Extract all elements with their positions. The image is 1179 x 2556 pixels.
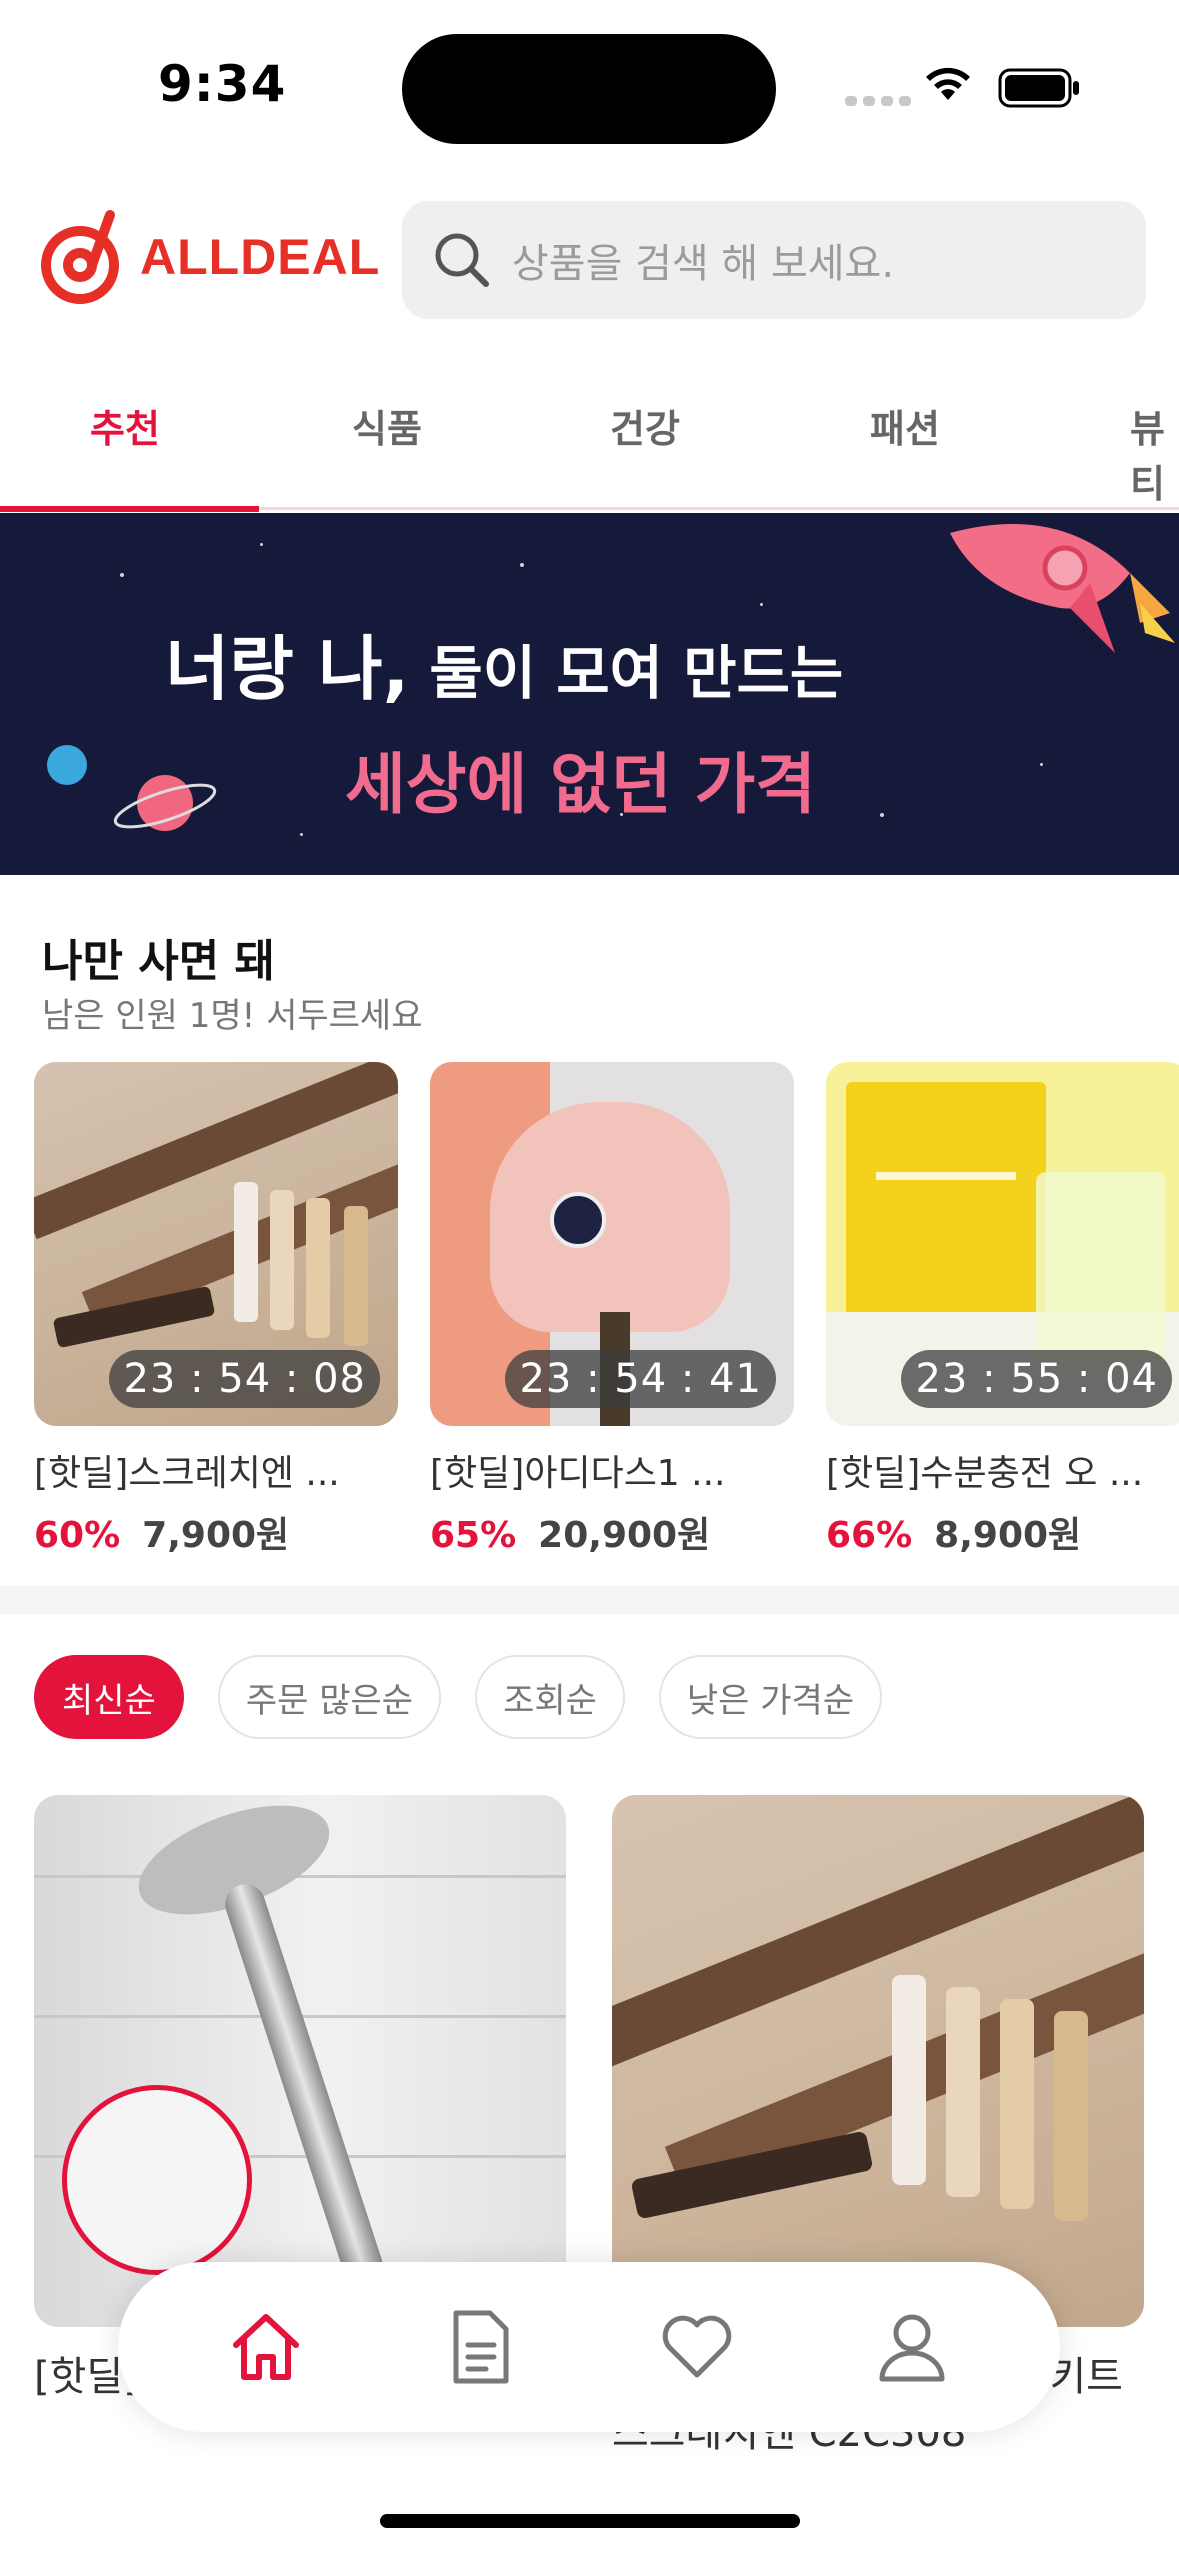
tab-fashion[interactable]: 패션 bbox=[870, 398, 940, 453]
search-placeholder: 상품을 검색 해 보세요. bbox=[512, 241, 895, 287]
deal-image: 23 : 55 : 04 bbox=[826, 1062, 1179, 1426]
banner-headline: 너랑 나, 둘이 모여 만드는 bbox=[165, 613, 843, 714]
deal-price: 20,900원 bbox=[538, 1515, 711, 1556]
alldeal-logo[interactable]: ALLDEAL bbox=[38, 207, 380, 307]
deal-countdown-timer: 23 : 54 : 08 bbox=[109, 1350, 380, 1408]
home-indicator bbox=[380, 2514, 800, 2528]
home-icon bbox=[232, 2314, 299, 2380]
banner-subheadline: 세상에 없던 가격 bbox=[345, 746, 816, 823]
deal-section-title: 나만 사면 돼 bbox=[42, 936, 276, 987]
deal-countdown-timer: 23 : 55 : 04 bbox=[901, 1350, 1172, 1408]
deal-price: 8,900원 bbox=[934, 1515, 1082, 1556]
sort-chip-newest[interactable]: 최신순 bbox=[34, 1655, 184, 1739]
tab-beauty[interactable]: 뷰티 bbox=[1130, 398, 1179, 508]
battery-icon bbox=[998, 68, 1079, 108]
search-input[interactable]: 상품을 검색 해 보세요. bbox=[402, 201, 1146, 319]
logo-text: ALLDEAL bbox=[140, 229, 381, 285]
status-bar: 9:34 bbox=[0, 0, 1179, 175]
banner-headline-bold: 너랑 나, bbox=[165, 628, 410, 710]
sort-chip-lowest-price[interactable]: 낮은 가격순 bbox=[658, 1655, 883, 1739]
search-icon bbox=[435, 233, 489, 287]
deal-product-name: [핫딜]스크레치엔 ... bbox=[34, 1453, 340, 1494]
banner-headline-rest: 둘이 모여 만드는 bbox=[409, 639, 844, 707]
status-time: 9:34 bbox=[158, 55, 287, 113]
product-image bbox=[34, 1795, 566, 2327]
wifi-icon bbox=[926, 67, 970, 100]
product-image bbox=[612, 1795, 1144, 2327]
tab-health[interactable]: 건강 bbox=[610, 398, 680, 453]
deal-card[interactable]: 23 : 55 : 04 [핫딜]수분충전 오 ... 66% 8,900원 bbox=[826, 1062, 1179, 1558]
sort-chip-most-viewed[interactable]: 조회순 bbox=[475, 1655, 625, 1739]
sort-chips: 최신순 주문 많은순 조회순 낮은 가격순 bbox=[34, 1655, 883, 1739]
deal-price: 7,900원 bbox=[142, 1515, 290, 1556]
app-header: ALLDEAL 상품을 검색 해 보세요. bbox=[0, 195, 1179, 325]
tab-food[interactable]: 식품 bbox=[352, 398, 422, 453]
deal-discount-rate: 60% bbox=[34, 1515, 121, 1556]
sort-chip-most-ordered[interactable]: 주문 많은순 bbox=[217, 1655, 442, 1739]
rocket-icon bbox=[950, 524, 1175, 653]
section-divider bbox=[0, 1586, 1179, 1614]
deal-card[interactable]: 23 : 54 : 41 [핫딜]아디다스1 ... 65% 20,900원 bbox=[430, 1062, 794, 1558]
deal-product-name: [핫딜]수분충전 오 ... bbox=[826, 1453, 1144, 1494]
logo-mark-icon bbox=[41, 210, 119, 304]
nav-wishlist[interactable] bbox=[637, 2287, 757, 2407]
deal-countdown-timer: 23 : 54 : 41 bbox=[505, 1350, 776, 1408]
dynamic-island bbox=[402, 34, 776, 144]
deal-image: 23 : 54 : 08 bbox=[34, 1062, 398, 1426]
cellular-signal-icon bbox=[845, 96, 911, 106]
deal-section-subtitle: 남은 인원 1명! 서두르세요 bbox=[42, 996, 423, 1036]
ringed-planet-icon bbox=[113, 775, 217, 831]
promo-banner[interactable]: 너랑 나, 둘이 모여 만드는 세상에 없던 가격 bbox=[0, 513, 1179, 875]
nav-profile[interactable] bbox=[852, 2287, 972, 2407]
bottom-navigation bbox=[118, 2262, 1060, 2432]
nav-home[interactable] bbox=[206, 2287, 326, 2407]
deal-discount-rate: 65% bbox=[430, 1515, 517, 1556]
nav-orders[interactable] bbox=[421, 2287, 541, 2407]
deal-card[interactable]: 23 : 54 : 08 [핫딜]스크레치엔 ... 60% 7,900원 bbox=[34, 1062, 398, 1558]
deal-discount-rate: 66% bbox=[826, 1515, 913, 1556]
person-icon bbox=[879, 2314, 945, 2382]
active-tab-indicator bbox=[0, 506, 259, 512]
category-tabs: 추천 식품 건강 패션 뷰티 bbox=[0, 360, 1179, 512]
document-icon bbox=[453, 2310, 509, 2384]
tab-recommended[interactable]: 추천 bbox=[90, 398, 160, 453]
deal-product-name: [핫딜]아디다스1 ... bbox=[430, 1453, 726, 1494]
blue-planet-icon bbox=[47, 745, 87, 785]
deal-image: 23 : 54 : 41 bbox=[430, 1062, 794, 1426]
heart-icon bbox=[662, 2315, 732, 2378]
